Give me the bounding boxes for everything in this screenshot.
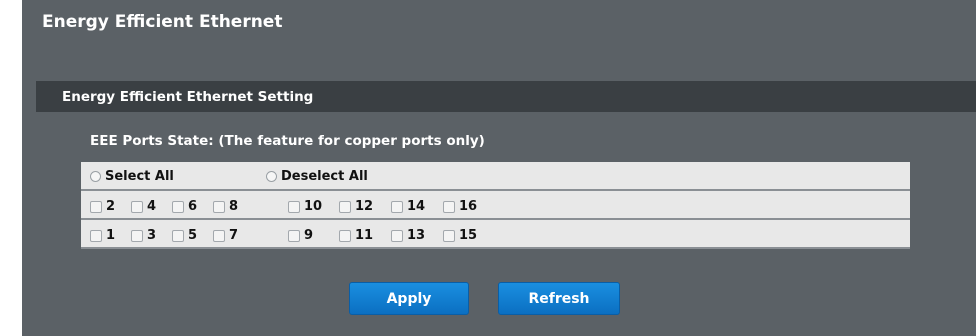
refresh-button[interactable]: Refresh xyxy=(498,282,620,315)
port-4-checkbox[interactable]: 4 xyxy=(131,199,156,214)
port-label: 15 xyxy=(459,228,478,243)
port-15-checkbox[interactable]: 15 xyxy=(443,228,477,243)
port-label: 14 xyxy=(407,199,426,214)
odd-ports-row: 1 3 5 7 9 11 13 15 xyxy=(81,220,910,249)
port-label: 2 xyxy=(106,199,116,214)
checkbox-icon xyxy=(90,229,102,242)
section-title: Energy Efficient Ethernet Setting xyxy=(62,89,314,105)
checkbox-icon xyxy=(339,229,351,242)
apply-button[interactable]: Apply xyxy=(349,282,469,315)
port-11-checkbox[interactable]: 11 xyxy=(339,228,373,243)
radio-icon xyxy=(266,171,277,182)
port-label: 4 xyxy=(147,199,157,214)
port-5-checkbox[interactable]: 5 xyxy=(172,228,197,243)
checkbox-icon xyxy=(391,200,403,213)
port-1-checkbox[interactable]: 1 xyxy=(90,228,115,243)
port-6-checkbox[interactable]: 6 xyxy=(172,199,197,214)
port-16-checkbox[interactable]: 16 xyxy=(443,199,477,214)
port-label: 6 xyxy=(188,199,198,214)
section-header: Energy Efficient Ethernet Setting xyxy=(36,81,976,112)
port-10-checkbox[interactable]: 10 xyxy=(288,199,322,214)
port-2-checkbox[interactable]: 2 xyxy=(90,199,115,214)
port-label: 11 xyxy=(355,228,374,243)
select-all-label: Select All xyxy=(105,169,174,184)
checkbox-icon xyxy=(131,200,143,213)
port-7-checkbox[interactable]: 7 xyxy=(213,228,238,243)
port-14-checkbox[interactable]: 14 xyxy=(391,199,425,214)
port-9-checkbox[interactable]: 9 xyxy=(288,228,313,243)
port-3-checkbox[interactable]: 3 xyxy=(131,228,156,243)
port-label: 13 xyxy=(407,228,426,243)
port-8-checkbox[interactable]: 8 xyxy=(213,199,238,214)
deselect-all-radio[interactable]: Deselect All xyxy=(266,169,368,184)
checkbox-icon xyxy=(288,229,300,242)
page: Energy Efficient Ethernet Energy Efficie… xyxy=(22,0,976,336)
port-label: 5 xyxy=(188,228,198,243)
port-label: 3 xyxy=(147,228,157,243)
checkbox-icon xyxy=(391,229,403,242)
checkbox-icon xyxy=(443,200,455,213)
port-label: 16 xyxy=(459,199,478,214)
checkbox-icon xyxy=(288,200,300,213)
port-label: 8 xyxy=(229,199,239,214)
ports-grid: Select All Deselect All 2 4 6 8 10 12 14… xyxy=(81,162,910,249)
port-13-checkbox[interactable]: 13 xyxy=(391,228,425,243)
port-label: 7 xyxy=(229,228,239,243)
page-title: Energy Efficient Ethernet xyxy=(42,12,283,32)
select-row: Select All Deselect All xyxy=(81,162,910,191)
select-all-radio[interactable]: Select All xyxy=(90,169,174,184)
port-label: 12 xyxy=(355,199,374,214)
port-label: 9 xyxy=(304,228,314,243)
port-label: 1 xyxy=(106,228,116,243)
checkbox-icon xyxy=(213,229,225,242)
radio-icon xyxy=(90,171,101,182)
checkbox-icon xyxy=(172,229,184,242)
checkbox-icon xyxy=(443,229,455,242)
port-label: 10 xyxy=(304,199,323,214)
port-12-checkbox[interactable]: 12 xyxy=(339,199,373,214)
checkbox-icon xyxy=(213,200,225,213)
checkbox-icon xyxy=(339,200,351,213)
eee-ports-state-label: EEE Ports State: (The feature for copper… xyxy=(90,133,485,149)
checkbox-icon xyxy=(172,200,184,213)
even-ports-row: 2 4 6 8 10 12 14 16 xyxy=(81,191,910,220)
checkbox-icon xyxy=(90,200,102,213)
checkbox-icon xyxy=(131,229,143,242)
deselect-all-label: Deselect All xyxy=(281,169,368,184)
